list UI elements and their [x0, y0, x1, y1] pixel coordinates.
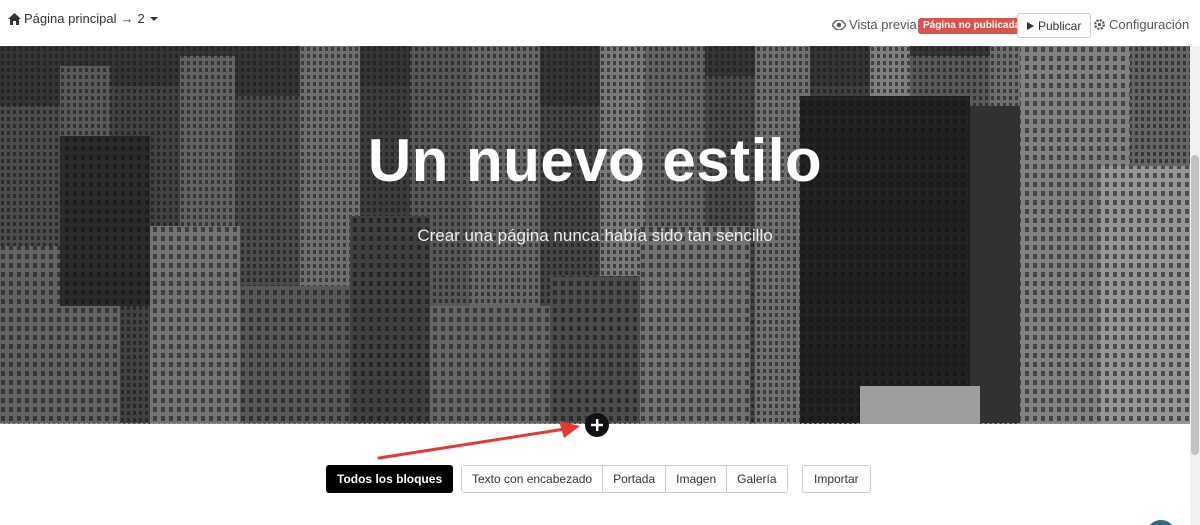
breadcrumb-separator: → — [120, 11, 134, 26]
page-scrollbar[interactable] — [1190, 0, 1200, 525]
page-selector[interactable]: Página principal → 2 — [8, 11, 158, 26]
settings-button[interactable]: Configuración — [1093, 17, 1189, 32]
add-block-button[interactable] — [585, 413, 609, 437]
gear-icon — [1094, 19, 1105, 30]
play-icon — [1027, 21, 1034, 30]
page-name: Página principal — [24, 11, 117, 26]
publish-label: Publicar — [1038, 18, 1082, 33]
hero-block[interactable]: Un nuevo estilo Crear una página nunca h… — [0, 46, 1190, 424]
annotation-arrow — [377, 421, 580, 460]
scrollbar-thumb[interactable] — [1191, 155, 1199, 455]
all-blocks-button[interactable]: Todos los bloques — [326, 465, 454, 493]
caret-down-icon — [149, 16, 158, 21]
preview-label: Vista previa — [849, 17, 917, 32]
plus-icon — [591, 419, 603, 431]
unpublished-badge: Página no publicada — [918, 18, 1026, 34]
preview-button[interactable]: Vista previa — [832, 17, 917, 32]
block-category-group: Texto con encabezado Portada Imagen Gale… — [461, 465, 788, 493]
category-image[interactable]: Imagen — [666, 466, 728, 492]
home-icon — [8, 12, 21, 25]
settings-label: Configuración — [1109, 17, 1190, 32]
help-chat-button[interactable] — [1146, 520, 1176, 525]
category-text-with-heading[interactable]: Texto con encabezado — [462, 466, 604, 492]
category-gallery[interactable]: Galería — [727, 466, 787, 492]
top-toolbar: Página principal → 2 Vista previa Página… — [0, 0, 1200, 46]
category-cover[interactable]: Portada — [603, 466, 667, 492]
page-number: 2 — [137, 11, 145, 26]
publish-button[interactable]: Publicar — [1017, 13, 1092, 38]
eye-icon — [832, 19, 846, 30]
hero-subtitle[interactable]: Crear una página nunca había sido tan se… — [0, 226, 1190, 246]
hero-title[interactable]: Un nuevo estilo — [0, 126, 1190, 195]
import-button[interactable]: Importar — [802, 465, 871, 493]
